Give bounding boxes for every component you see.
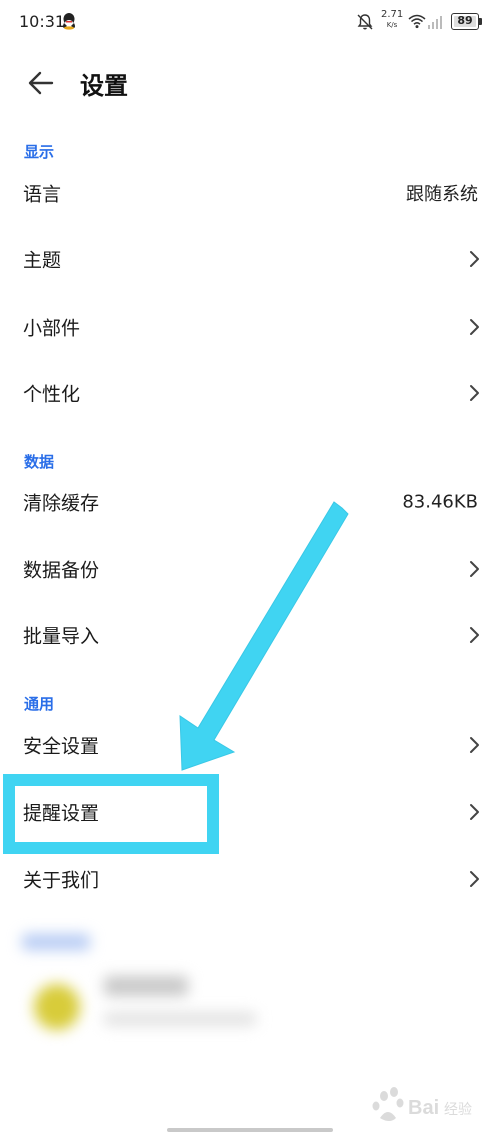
redacted-name [104, 976, 188, 996]
row-value: 跟随系统 [406, 184, 478, 205]
status-time: 10:31 [19, 12, 66, 31]
section-title-general: 通用 [24, 695, 55, 713]
page-title: 设置 [80, 72, 128, 100]
row-label: 语言 [23, 183, 62, 206]
chevron-right-icon [470, 385, 479, 401]
wifi-icon [408, 14, 426, 29]
battery-level-text: 89 [457, 14, 473, 27]
home-indicator[interactable] [167, 1128, 333, 1132]
section-title-display: 显示 [24, 143, 55, 161]
row-label: 清除缓存 [23, 492, 100, 515]
row-label: 数据备份 [23, 559, 100, 582]
chevron-right-icon [470, 561, 479, 577]
row-label: 个性化 [23, 383, 81, 406]
net-speed-value: 2.71 [381, 9, 404, 20]
settings-row-widgets[interactable]: 小部件 [0, 294, 500, 360]
qq-icon [63, 13, 75, 30]
row-label: 安全设置 [23, 735, 100, 758]
row-label: 小部件 [23, 317, 81, 340]
redacted-section-title [22, 934, 90, 950]
redacted-avatar [34, 984, 80, 1030]
status-bar: 10:31 2.71 K/s 89 [0, 0, 500, 44]
signal-icon [428, 16, 442, 29]
settings-row-language[interactable]: 语言 跟随系统 [0, 160, 500, 226]
settings-row-clear-cache[interactable]: 清除缓存 83.46KB [0, 469, 500, 535]
settings-row-reminder[interactable]: 提醒设置 [0, 779, 500, 845]
redacted-subtitle [104, 1012, 256, 1026]
chevron-right-icon [470, 871, 479, 887]
net-speed-unit: K/s [386, 21, 398, 29]
chevron-right-icon [470, 319, 479, 335]
net-speed-indicator: 2.71 K/s [381, 10, 403, 30]
settings-row-data-backup[interactable]: 数据备份 [0, 536, 500, 602]
settings-row-about-us[interactable]: 关于我们 [0, 846, 500, 912]
chevron-right-icon [470, 251, 479, 267]
back-arrow-icon[interactable] [24, 68, 58, 98]
settings-row-theme[interactable]: 主题 [0, 226, 500, 292]
battery-cap [479, 18, 482, 25]
svg-text:Bai: Bai [408, 1097, 439, 1119]
battery-icon: 89 [451, 13, 479, 30]
settings-row-security[interactable]: 安全设置 [0, 712, 500, 778]
row-label: 提醒设置 [23, 802, 100, 825]
row-label: 批量导入 [23, 625, 100, 648]
row-label: 主题 [23, 249, 62, 272]
row-value: 83.46KB [402, 491, 478, 513]
svg-text:经验: 经验 [444, 1101, 472, 1117]
row-label: 关于我们 [23, 869, 100, 892]
chevron-right-icon [470, 804, 479, 820]
app-header: 设置 [0, 56, 500, 112]
chevron-right-icon [470, 737, 479, 753]
settings-row-batch-import[interactable]: 批量导入 [0, 602, 500, 668]
settings-row-personalization[interactable]: 个性化 [0, 360, 500, 426]
baidu-watermark-logo: Bai 经验 [372, 1087, 472, 1121]
bell-off-icon [357, 14, 373, 30]
chevron-right-icon [470, 627, 479, 643]
